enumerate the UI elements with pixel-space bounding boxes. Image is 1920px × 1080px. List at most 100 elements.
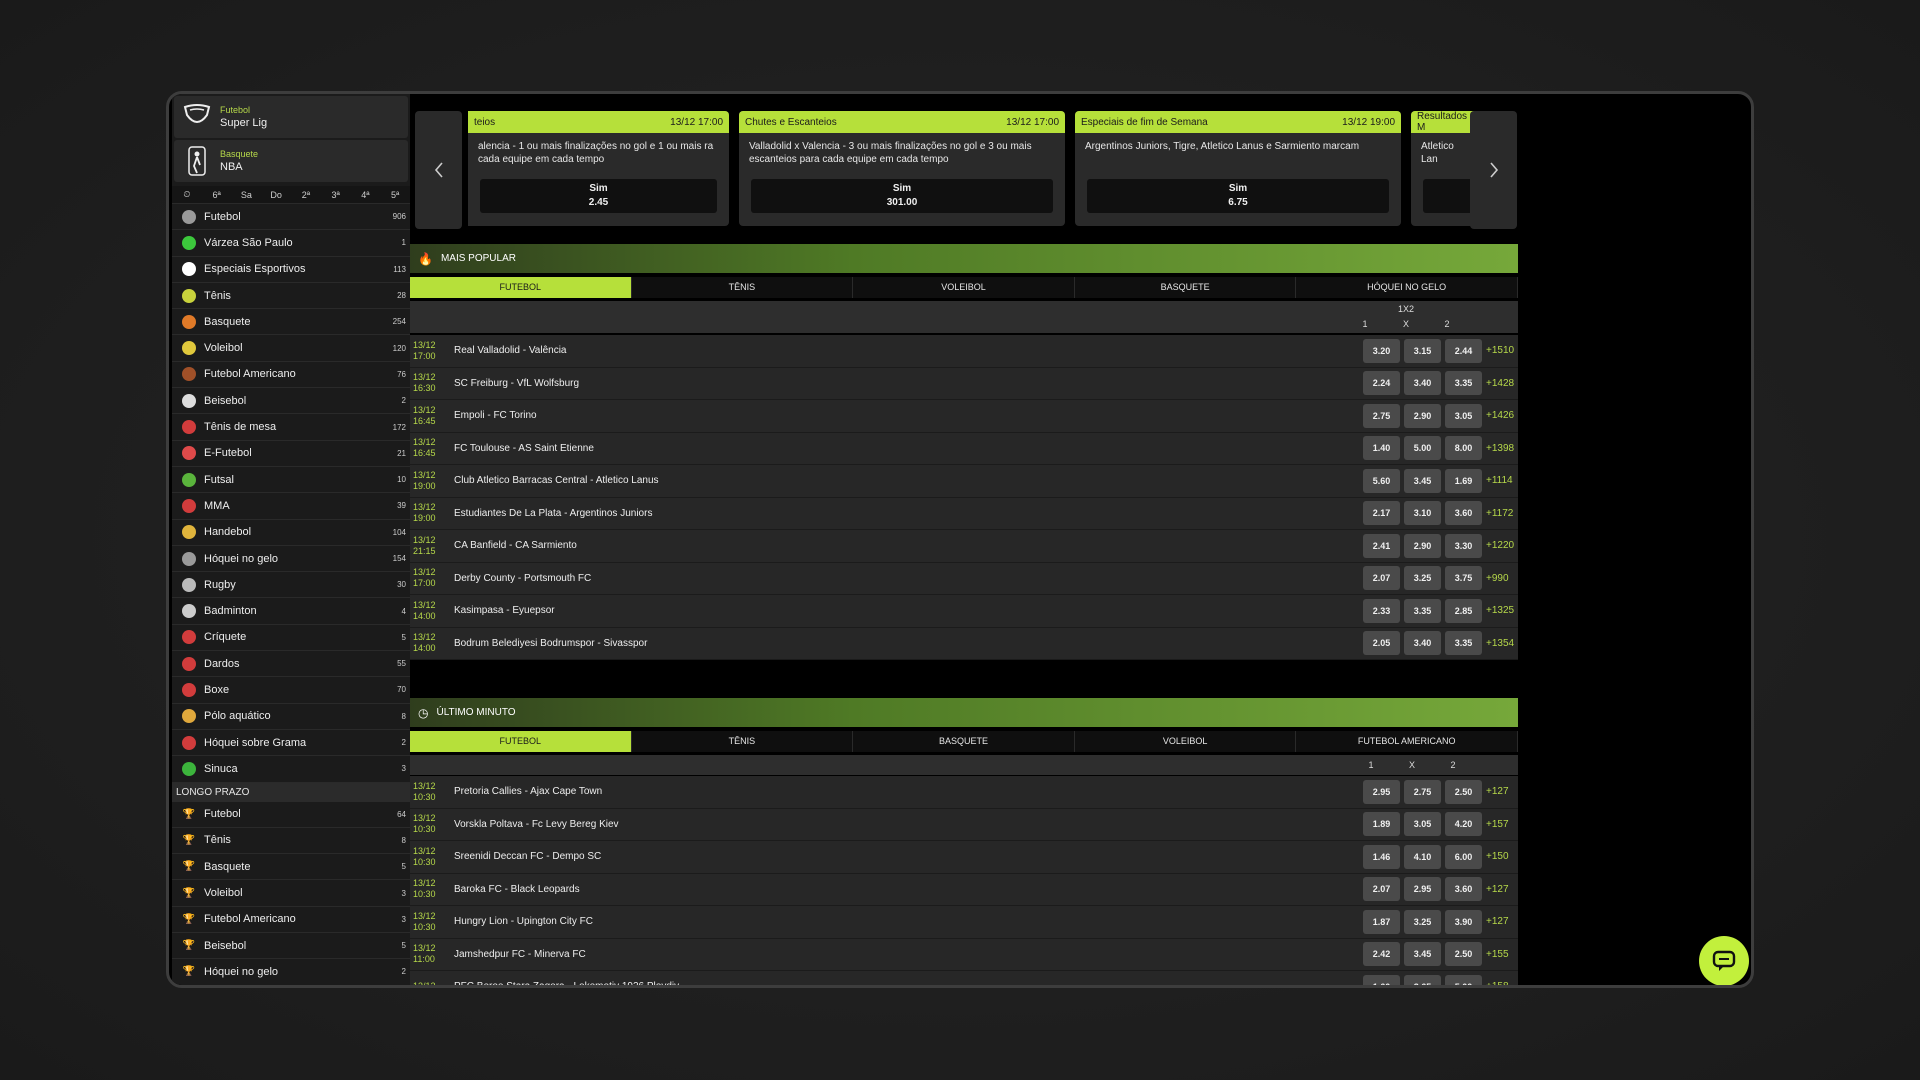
- chat-button[interactable]: [1699, 936, 1749, 985]
- odd-draw-button[interactable]: 3.35: [1404, 598, 1441, 623]
- event-name[interactable]: SC Freiburg - VfL Wolfsburg: [454, 378, 1363, 389]
- more-markets-link[interactable]: +1510: [1486, 345, 1518, 356]
- event-name[interactable]: CA Banfield - CA Sarmiento: [454, 540, 1363, 551]
- carousel-next-button[interactable]: [1470, 111, 1517, 229]
- day-filter-item[interactable]: 4ª: [351, 190, 381, 200]
- event-row[interactable]: 13/12 17:00 Derby County - Portsmouth FC 2.…: [410, 562, 1518, 595]
- more-markets-link[interactable]: +1325: [1486, 605, 1518, 616]
- long-term-item[interactable]: 🏆 Futebol 64: [172, 802, 410, 828]
- event-row[interactable]: 13/12 14:00 Bodrum Belediyesi Bodrumspor -…: [410, 627, 1518, 660]
- sidebar-sport-item[interactable]: Beisebol 2: [172, 388, 410, 415]
- event-row[interactable]: 13/12 11:00 Jamshedpur FC - Minerva FC 2.42…: [410, 938, 1518, 971]
- event-row[interactable]: 13/12 10:30 Vorskla Poltava - Fc Levy Bere…: [410, 808, 1518, 841]
- tab-basquete[interactable]: BASQUETE: [853, 731, 1075, 752]
- odd-draw-button[interactable]: 2.90: [1404, 403, 1441, 428]
- sidebar-sport-item[interactable]: Badminton 4: [172, 598, 410, 625]
- more-markets-link[interactable]: +1398: [1486, 443, 1518, 454]
- event-row[interactable]: 13/12 10:30 Hungry Lion - Upington City FC…: [410, 906, 1518, 939]
- event-name[interactable]: Estudiantes De La Plata - Argentinos Jun…: [454, 508, 1363, 519]
- odd-away-button[interactable]: 3.75: [1445, 566, 1482, 591]
- promo-bet-button[interactable]: Sim 2.45: [480, 179, 717, 213]
- sidebar-sport-item[interactable]: Dardos 55: [172, 651, 410, 678]
- sidebar-sport-item[interactable]: MMA 39: [172, 493, 410, 520]
- sidebar-sport-item[interactable]: Sinuca 3: [172, 756, 410, 783]
- day-filter-item[interactable]: 6ª: [202, 190, 232, 200]
- event-name[interactable]: Vorskla Poltava - Fc Levy Bereg Kiev: [454, 819, 1363, 830]
- promo-card[interactable]: teios 13/12 17:00 alencia - 1 ou mais fin…: [468, 111, 729, 226]
- odd-draw-button[interactable]: 3.10: [1404, 501, 1441, 526]
- more-markets-link[interactable]: +990: [1486, 573, 1518, 584]
- event-row[interactable]: 13/12 10:30 Pretoria Callies - Ajax Cape T…: [410, 776, 1518, 809]
- event-row[interactable]: 13/12 10:30 Sreenidi Deccan FC - Dempo SC 1…: [410, 841, 1518, 874]
- odd-away-button[interactable]: 2.50: [1445, 942, 1482, 967]
- event-row[interactable]: 13/12 16:45 FC Toulouse - AS Saint Etienne…: [410, 432, 1518, 465]
- odd-away-button[interactable]: 3.05: [1445, 403, 1482, 428]
- long-term-item[interactable]: 🏆 Hóquei no gelo 2: [172, 959, 410, 985]
- event-name[interactable]: Bodrum Belediyesi Bodrumspor - Sivasspor: [454, 638, 1363, 649]
- odd-home-button[interactable]: 2.95: [1363, 779, 1400, 804]
- more-markets-link[interactable]: +127: [1486, 786, 1518, 797]
- sidebar-sport-item[interactable]: Futsal 10: [172, 467, 410, 494]
- event-name[interactable]: Hungry Lion - Upington City FC: [454, 916, 1363, 927]
- tab-voleibol[interactable]: VOLEIBOL: [1075, 731, 1297, 752]
- odd-home-button[interactable]: 2.24: [1363, 371, 1400, 396]
- tab-voleibol[interactable]: VOLEIBOL: [853, 277, 1075, 298]
- promo-bet-button[interactable]: Sim 6.75: [1087, 179, 1389, 213]
- promo-bet-button[interactable]: [1423, 179, 1475, 213]
- day-filter-item[interactable]: 2ª: [291, 190, 321, 200]
- sidebar-sport-item[interactable]: Rugby 30: [172, 572, 410, 599]
- tab-futebol[interactable]: FUTEBOL: [410, 277, 632, 298]
- odd-draw-button[interactable]: 3.25: [1404, 566, 1441, 591]
- more-markets-link[interactable]: +157: [1486, 819, 1518, 830]
- event-name[interactable]: Derby County - Portsmouth FC: [454, 573, 1363, 584]
- odd-draw-button[interactable]: 3.65: [1404, 974, 1441, 985]
- odd-away-button[interactable]: 3.30: [1445, 533, 1482, 558]
- featured-league-superlig[interactable]: Futebol Super Lig: [174, 96, 408, 138]
- long-term-item[interactable]: 🏆 Voleibol 3: [172, 880, 410, 907]
- event-name[interactable]: Real Valladolid - Valência: [454, 345, 1363, 356]
- odd-draw-button[interactable]: 4.10: [1404, 844, 1441, 869]
- sidebar-sport-item[interactable]: Futebol 906: [172, 204, 410, 231]
- odd-away-button[interactable]: 3.35: [1445, 631, 1482, 656]
- odd-away-button[interactable]: 3.60: [1445, 501, 1482, 526]
- odd-home-button[interactable]: 2.33: [1363, 598, 1400, 623]
- promo-bet-button[interactable]: Sim 301.00: [751, 179, 1053, 213]
- event-name[interactable]: Club Atletico Barracas Central - Atletic…: [454, 475, 1363, 486]
- odd-draw-button[interactable]: 3.25: [1404, 909, 1441, 934]
- event-row[interactable]: 13/12 19:00 Club Atletico Barracas Central…: [410, 465, 1518, 498]
- long-term-item[interactable]: 🏆 Tênis 8: [172, 828, 410, 855]
- odd-draw-button[interactable]: 3.05: [1404, 812, 1441, 837]
- event-name[interactable]: FC Toulouse - AS Saint Etienne: [454, 443, 1363, 454]
- event-row[interactable]: 13/12 21:15 CA Banfield - CA Sarmiento 2.41…: [410, 530, 1518, 563]
- event-name[interactable]: Kasimpasa - Eyuepsor: [454, 605, 1363, 616]
- promo-card[interactable]: Chutes e Escanteios 13/12 17:00 Valladoli…: [739, 111, 1065, 226]
- event-row[interactable]: 13/12 16:30 SC Freiburg - VfL Wolfsburg 2.2…: [410, 367, 1518, 400]
- tab-futebol-americano[interactable]: FUTEBOL AMERICANO: [1296, 731, 1518, 752]
- event-name[interactable]: Jamshedpur FC - Minerva FC: [454, 949, 1363, 960]
- odd-draw-button[interactable]: 2.90: [1404, 533, 1441, 558]
- sidebar-sport-item[interactable]: Pólo aquático 8: [172, 704, 410, 730]
- odd-away-button[interactable]: 2.85: [1445, 598, 1482, 623]
- odd-home-button[interactable]: 1.89: [1363, 812, 1400, 837]
- sidebar-sport-item[interactable]: Futebol Americano 76: [172, 362, 410, 389]
- sidebar-sport-item[interactable]: E-Futebol 21: [172, 441, 410, 467]
- carousel-prev-button[interactable]: [415, 111, 462, 229]
- odd-home-button[interactable]: 3.20: [1363, 338, 1400, 363]
- odd-away-button[interactable]: 3.60: [1445, 877, 1482, 902]
- odd-draw-button[interactable]: 3.40: [1404, 631, 1441, 656]
- odd-home-button[interactable]: 2.17: [1363, 501, 1400, 526]
- featured-league-nba[interactable]: Basquete NBA: [174, 140, 408, 182]
- sidebar-sport-item[interactable]: Várzea São Paulo 1: [172, 230, 410, 257]
- more-markets-link[interactable]: +158: [1486, 981, 1518, 985]
- event-row[interactable]: 13/12 14:00 Kasimpasa - Eyuepsor 2.33 3.35 2.…: [410, 595, 1518, 628]
- more-markets-link[interactable]: +127: [1486, 916, 1518, 927]
- odd-draw-button[interactable]: 3.40: [1404, 371, 1441, 396]
- event-name[interactable]: PFC Beroe Stara Zagora - Lokomotiv 1926 …: [454, 981, 1363, 985]
- odd-home-button[interactable]: 1.40: [1363, 436, 1400, 461]
- event-name[interactable]: Pretoria Callies - Ajax Cape Town: [454, 786, 1363, 797]
- tab-futebol[interactable]: FUTEBOL: [410, 731, 632, 752]
- odd-home-button[interactable]: 2.05: [1363, 631, 1400, 656]
- odd-away-button[interactable]: 3.35: [1445, 371, 1482, 396]
- odd-away-button[interactable]: 8.00: [1445, 436, 1482, 461]
- day-filter-item[interactable]: Sa: [232, 190, 262, 200]
